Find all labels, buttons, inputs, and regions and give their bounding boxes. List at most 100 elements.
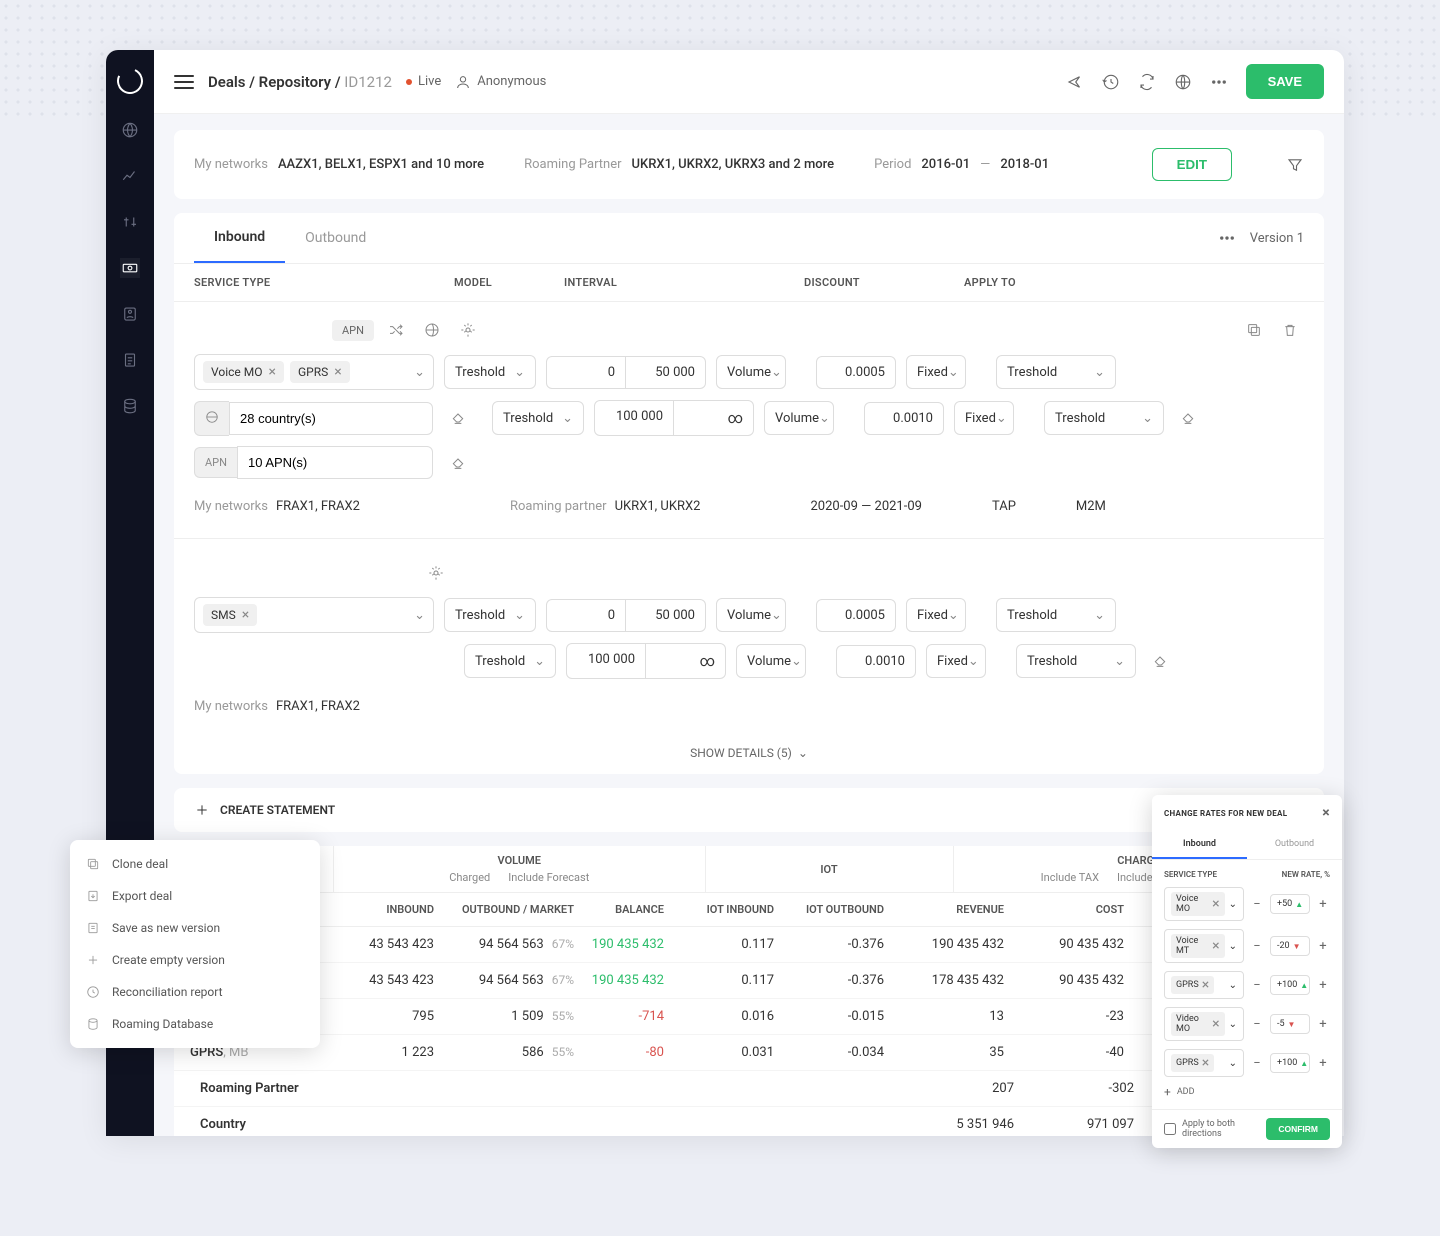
- rate-value-input[interactable]: +100▲: [1270, 975, 1310, 995]
- close-icon[interactable]: ×: [1322, 805, 1330, 821]
- version-label[interactable]: Version 1: [1250, 231, 1304, 246]
- rate-plus-button[interactable]: +: [1316, 939, 1330, 953]
- rate-service-select[interactable]: GPRS×⌄: [1164, 971, 1244, 999]
- chip-gprs[interactable]: GPRS×: [290, 361, 350, 383]
- shuffle-icon[interactable]: [382, 316, 410, 344]
- discount-input[interactable]: 0.0005: [816, 356, 896, 389]
- save-button[interactable]: SAVE: [1246, 64, 1324, 99]
- globe-icon[interactable]: [1174, 73, 1192, 91]
- sidebar-globe-icon[interactable]: [120, 120, 140, 140]
- service-chip-input[interactable]: Voice MO× GPRS× ⌄: [194, 354, 434, 390]
- apply-select[interactable]: Treshold⌄: [1016, 644, 1136, 678]
- rate-value-input[interactable]: -5▼: [1270, 1014, 1310, 1034]
- rates-tab-inbound[interactable]: Inbound: [1152, 831, 1247, 859]
- interval-to[interactable]: ∞: [674, 400, 754, 436]
- rates-add-button[interactable]: +ADD: [1164, 1085, 1330, 1099]
- model-select[interactable]: Treshold⌄: [444, 355, 536, 389]
- chip-remove-icon[interactable]: ×: [334, 365, 341, 379]
- erase-icon[interactable]: [444, 449, 472, 477]
- sidebar-chart-icon[interactable]: [120, 166, 140, 186]
- sync-icon[interactable]: [1138, 73, 1156, 91]
- apply-both-checkbox[interactable]: Apply to both directions: [1164, 1119, 1266, 1139]
- more-icon[interactable]: [1210, 73, 1228, 91]
- discount-input[interactable]: 0.0005: [816, 599, 896, 632]
- model-select[interactable]: Treshold⌄: [464, 644, 556, 678]
- model-select[interactable]: Treshold⌄: [492, 401, 584, 435]
- fixed-select[interactable]: Fixed⌄: [926, 644, 986, 678]
- discount-input[interactable]: 0.0010: [864, 402, 944, 435]
- chevron-down-icon[interactable]: ⌄: [414, 365, 425, 380]
- confirm-button[interactable]: CONFIRM: [1266, 1118, 1330, 1140]
- context-item[interactable]: Create empty version: [70, 944, 320, 976]
- history-icon[interactable]: [1102, 73, 1120, 91]
- context-item[interactable]: Export deal: [70, 880, 320, 912]
- chip-voice-mo[interactable]: Voice MO×: [203, 361, 284, 383]
- show-details-toggle[interactable]: SHOW DETAILS (5)⌄: [174, 732, 1324, 774]
- rate-value-input[interactable]: +100▲: [1270, 1053, 1310, 1073]
- chip-remove-icon[interactable]: ×: [242, 608, 249, 622]
- chevron-down-icon[interactable]: ⌄: [414, 608, 425, 623]
- fixed-select[interactable]: Fixed⌄: [954, 401, 1014, 435]
- fixed-select[interactable]: Fixed⌄: [906, 598, 966, 632]
- discount-input[interactable]: 0.0010: [836, 645, 916, 678]
- delete-icon[interactable]: [1276, 316, 1304, 344]
- tab-outbound[interactable]: Outbound: [285, 214, 386, 262]
- rate-plus-button[interactable]: +: [1316, 1056, 1330, 1070]
- edit-button[interactable]: EDIT: [1152, 148, 1232, 181]
- rate-minus-button[interactable]: −: [1250, 1017, 1264, 1031]
- interval-to[interactable]: 50 000: [626, 356, 706, 389]
- gear-icon[interactable]: [422, 559, 450, 587]
- unit-select[interactable]: Volume⌄: [716, 598, 786, 632]
- rate-minus-button[interactable]: −: [1250, 1056, 1264, 1070]
- tab-inbound[interactable]: Inbound: [194, 213, 285, 263]
- interval-from[interactable]: 0: [546, 599, 626, 632]
- country-input[interactable]: [229, 402, 433, 435]
- create-statement-button[interactable]: CREATE STATEMENT: [194, 802, 335, 818]
- unit-select[interactable]: Volume⌄: [764, 401, 834, 435]
- menu-toggle[interactable]: [174, 75, 194, 89]
- apply-select[interactable]: Treshold⌄: [1044, 401, 1164, 435]
- apply-select[interactable]: Treshold⌄: [996, 598, 1116, 632]
- tab-more-icon[interactable]: [1218, 229, 1236, 247]
- context-item[interactable]: Save as new version: [70, 912, 320, 944]
- service-chip-input[interactable]: SMS× ⌄: [194, 597, 434, 633]
- rate-plus-button[interactable]: +: [1316, 897, 1330, 911]
- rate-plus-button[interactable]: +: [1316, 1017, 1330, 1031]
- unit-select[interactable]: Volume⌄: [716, 355, 786, 389]
- interval-to[interactable]: 50 000: [626, 599, 706, 632]
- duplicate-icon[interactable]: [1240, 316, 1268, 344]
- rates-tab-outbound[interactable]: Outbound: [1247, 831, 1342, 859]
- interval-from[interactable]: 0: [546, 356, 626, 389]
- sidebar-balance-icon[interactable]: [120, 212, 140, 232]
- sidebar-database-icon[interactable]: [120, 396, 140, 416]
- filter-icon[interactable]: [1286, 156, 1304, 174]
- globe-tool-icon[interactable]: [418, 316, 446, 344]
- rate-service-select[interactable]: Voice MO×⌄: [1164, 887, 1244, 921]
- rate-value-input[interactable]: -20▼: [1270, 936, 1310, 956]
- context-item[interactable]: Clone deal: [70, 848, 320, 880]
- fixed-select[interactable]: Fixed⌄: [906, 355, 966, 389]
- context-item[interactable]: Roaming Database: [70, 1008, 320, 1040]
- rate-service-select[interactable]: Video MO×⌄: [1164, 1007, 1244, 1041]
- sidebar-money-icon[interactable]: [120, 258, 140, 278]
- rate-minus-button[interactable]: −: [1250, 897, 1264, 911]
- interval-from[interactable]: 100 000: [566, 643, 646, 679]
- interval-from[interactable]: 100 000: [594, 400, 674, 436]
- chip-remove-icon[interactable]: ×: [269, 365, 276, 379]
- gear-icon[interactable]: [454, 316, 482, 344]
- interval-to[interactable]: ∞: [646, 643, 726, 679]
- rate-minus-button[interactable]: −: [1250, 978, 1264, 992]
- chip-sms[interactable]: SMS×: [203, 604, 257, 626]
- rate-minus-button[interactable]: −: [1250, 939, 1264, 953]
- model-select[interactable]: Treshold⌄: [444, 598, 536, 632]
- erase-icon[interactable]: [1174, 404, 1202, 432]
- unit-select[interactable]: Volume⌄: [736, 644, 806, 678]
- context-item[interactable]: Reconciliation report: [70, 976, 320, 1008]
- share-icon[interactable]: [1066, 73, 1084, 91]
- erase-icon[interactable]: [444, 404, 472, 432]
- apply-select[interactable]: Treshold⌄: [996, 355, 1116, 389]
- rate-service-select[interactable]: Voice MT×⌄: [1164, 929, 1244, 963]
- rate-plus-button[interactable]: +: [1316, 978, 1330, 992]
- apn-input[interactable]: [237, 446, 433, 479]
- erase-icon[interactable]: [1146, 647, 1174, 675]
